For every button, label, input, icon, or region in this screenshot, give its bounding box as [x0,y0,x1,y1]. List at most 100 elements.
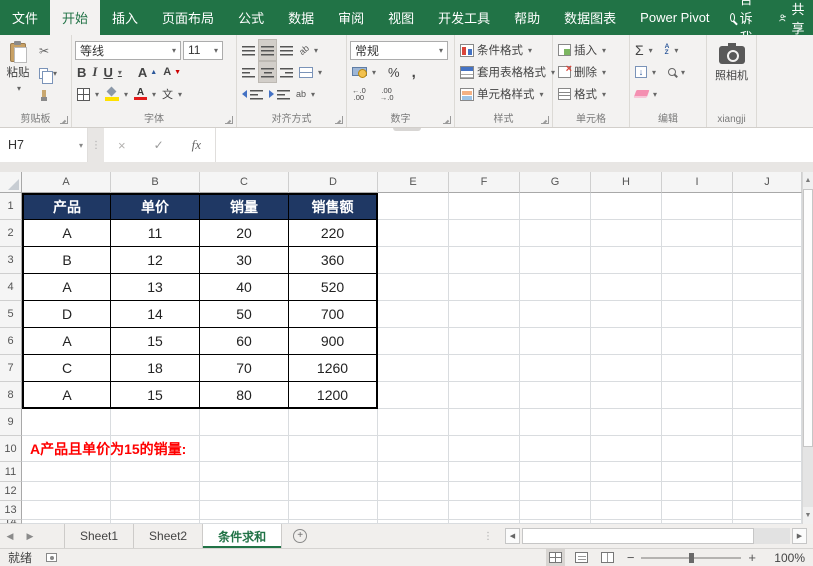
cell-E6[interactable] [378,328,449,355]
cell-G2[interactable] [520,220,591,247]
formula-input[interactable] [216,128,813,162]
cell-H9[interactable] [591,409,662,436]
cell-F7[interactable] [449,355,520,382]
cell-A3[interactable]: B [22,247,111,274]
underline-button[interactable]: U [101,62,123,82]
cell-C5[interactable]: 50 [200,301,289,328]
row-header-6[interactable]: 6 [0,328,22,355]
cell-J2[interactable] [733,220,802,247]
cell-C11[interactable] [200,462,289,482]
select-all-corner[interactable] [0,172,22,193]
row-header-10[interactable]: 10 [0,436,22,462]
cell-G3[interactable] [520,247,591,274]
cell-G13[interactable] [520,501,591,520]
cell-H3[interactable] [591,247,662,274]
sort-filter-button[interactable]: AZ [663,40,681,60]
cell-H5[interactable] [591,301,662,328]
top-align-button[interactable] [240,40,257,60]
cell-E10[interactable] [378,436,449,462]
percent-style-button[interactable]: % [386,62,402,82]
cell-D1[interactable]: 销售额 [289,193,378,220]
row-header-2[interactable]: 2 [0,220,22,247]
vertical-scrollbar-thumb[interactable] [803,189,813,447]
cell-F8[interactable] [449,382,520,409]
cell-I7[interactable] [662,355,733,382]
cell-B12[interactable] [111,482,200,501]
cancel-entry-icon[interactable]: × [118,138,126,153]
increase-decimal-button[interactable]: ←.0.00 [350,84,368,104]
row-header-11[interactable]: 11 [0,462,22,482]
row-header-5[interactable]: 5 [0,301,22,328]
cell-F6[interactable] [449,328,520,355]
cell-I8[interactable] [662,382,733,409]
format-as-table-button[interactable]: 套用表格格式 [458,62,557,82]
row-header-1[interactable]: 1 [0,193,22,220]
cell-G9[interactable] [520,409,591,436]
conditional-formatting-button[interactable]: 条件格式 [458,40,534,60]
cell-F10[interactable] [449,436,520,462]
cell-H13[interactable] [591,501,662,520]
orientation-button[interactable]: ab [297,40,320,60]
column-header-H[interactable]: H [591,172,662,193]
cell-B6[interactable]: 15 [111,328,200,355]
shrink-font-button[interactable]: A▼ [161,62,183,82]
cell-B8[interactable]: 15 [111,382,200,409]
borders-button[interactable] [75,84,101,104]
cell-styles-button[interactable]: 单元格样式 [458,84,546,104]
sheet-tab-1[interactable]: Sheet2 [133,524,202,548]
cell-J12[interactable] [733,482,802,501]
cell-J4[interactable] [733,274,802,301]
cell-G5[interactable] [520,301,591,328]
normal-view-button[interactable] [549,552,562,563]
ribbon-tab-1[interactable]: 插入 [100,0,150,35]
cell-J6[interactable] [733,328,802,355]
italic-button[interactable]: I [90,62,99,82]
tab-file[interactable]: 文件 [0,0,50,35]
cell-H1[interactable] [591,193,662,220]
cell-G12[interactable] [520,482,591,501]
zoom-slider[interactable] [641,557,741,559]
cell-I13[interactable] [662,501,733,520]
cell-F9[interactable] [449,409,520,436]
ribbon-tab-10[interactable]: Power Pivot [628,0,721,35]
cell-I10[interactable] [662,436,733,462]
align-center-button[interactable] [259,62,276,82]
cell-F2[interactable] [449,220,520,247]
autosum-button[interactable]: Σ [633,40,655,60]
cell-E11[interactable] [378,462,449,482]
cell-C3[interactable]: 30 [200,247,289,274]
cell-C12[interactable] [200,482,289,501]
vertical-scrollbar-track[interactable] [803,447,813,507]
merge-center-button[interactable] [297,62,324,82]
cell-E8[interactable] [378,382,449,409]
cell-E1[interactable] [378,193,449,220]
cell-I9[interactable] [662,409,733,436]
cell-B2[interactable]: 11 [111,220,200,247]
cell-E12[interactable] [378,482,449,501]
cut-button[interactable]: ✂ [37,41,59,61]
bold-button[interactable]: B [75,62,88,82]
cell-A12[interactable] [22,482,111,501]
zoom-out-button[interactable]: − [627,550,635,565]
name-box[interactable]: H7 [0,128,88,162]
cell-B7[interactable]: 18 [111,355,200,382]
cell-D12[interactable] [289,482,378,501]
cell-B3[interactable]: 12 [111,247,200,274]
name-box-resizer[interactable]: ⋮ [88,128,104,162]
comma-style-button[interactable]: , [410,62,418,82]
cell-H12[interactable] [591,482,662,501]
cell-C13[interactable] [200,501,289,520]
cell-H7[interactable] [591,355,662,382]
cell-A9[interactable] [22,409,111,436]
ribbon-tab-6[interactable]: 视图 [376,0,426,35]
sheet-nav-prev-icon[interactable]: ◀ [0,524,20,548]
ribbon-tab-7[interactable]: 开发工具 [426,0,502,35]
column-header-J[interactable]: J [733,172,802,193]
row-header-13[interactable]: 13 [0,501,22,520]
cell-J10[interactable] [733,436,802,462]
grow-font-button[interactable]: A▲ [136,62,159,82]
find-select-button[interactable] [666,62,687,82]
sheet-tab-0[interactable]: Sheet1 [64,524,133,548]
cell-G6[interactable] [520,328,591,355]
cell-B11[interactable] [111,462,200,482]
